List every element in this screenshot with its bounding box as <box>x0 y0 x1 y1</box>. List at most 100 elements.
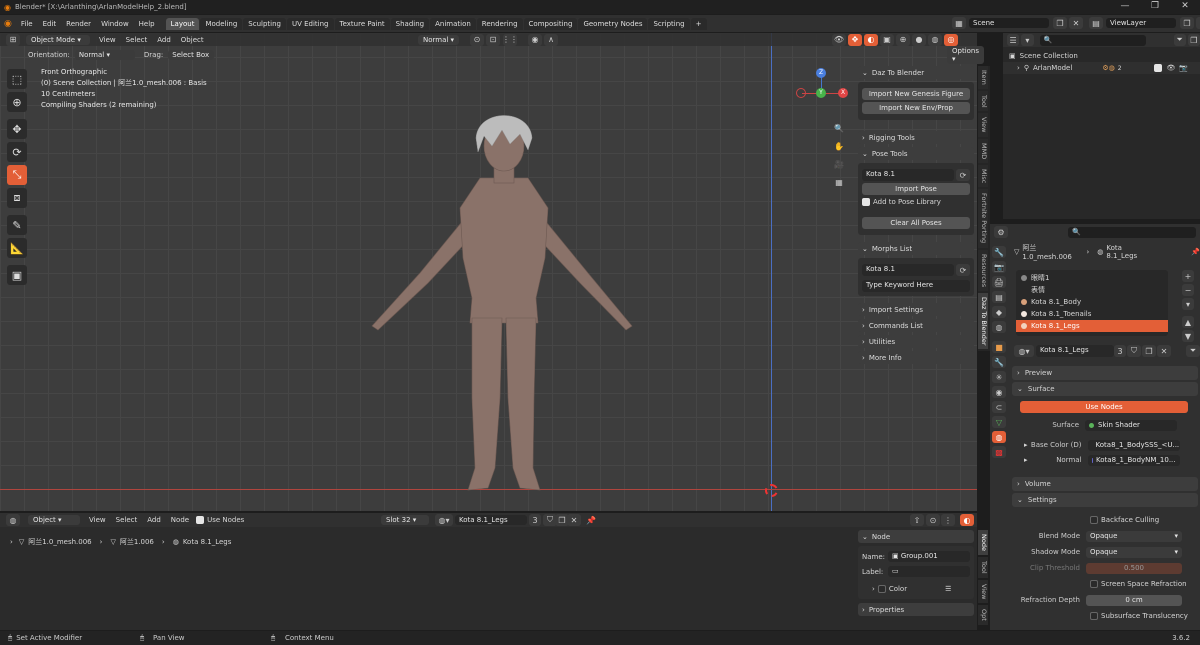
add-pose-library-checkbox[interactable]: Add to Pose Library <box>862 198 970 206</box>
node-pin-icon[interactable]: 📌 <box>584 514 598 526</box>
output-tab-icon[interactable]: 🖨 <box>992 276 1006 288</box>
expand-icon[interactable]: › <box>1017 64 1020 72</box>
material-name-field[interactable]: Kota 8.1_Legs <box>1036 345 1114 357</box>
morph-refresh-icon[interactable]: ⟳ <box>956 264 970 276</box>
fake-user-icon[interactable]: ⛉ <box>1127 345 1141 357</box>
proportional-edit-icon[interactable]: ◉ <box>528 33 542 46</box>
move-tool-icon[interactable]: ✥ <box>7 119 27 139</box>
volume-section-header[interactable]: › Volume <box>1012 477 1198 491</box>
backface-culling-checkbox[interactable]: Backface Culling <box>990 513 1198 527</box>
node-editor[interactable]: ◍ Object ▾ View Select Add Node Use Node… <box>0 513 988 630</box>
shading-wireframe-icon[interactable]: ⊕ <box>896 33 910 46</box>
node-panel-header[interactable]: ⌄ Node <box>858 530 974 543</box>
node-material-users[interactable]: 3 <box>529 514 541 526</box>
tab-layout[interactable]: Layout <box>165 17 200 30</box>
color-check-icon[interactable] <box>877 584 886 593</box>
ssr-checkbox[interactable]: Screen Space Refraction <box>990 577 1198 591</box>
scale-tool-icon[interactable]: ⤡ <box>7 165 27 185</box>
gizmo-x-icon[interactable]: X <box>838 88 848 98</box>
ssr-check-icon[interactable] <box>1090 580 1098 588</box>
viewport-menu-object[interactable]: Object <box>176 36 209 44</box>
outliner-editor-icon[interactable]: ☰ <box>1007 34 1020 46</box>
import-pose-button[interactable]: Import Pose <box>862 183 970 195</box>
node-menu-select[interactable]: Select <box>111 516 143 524</box>
outliner-scene-collection[interactable]: ▣ Scene Collection <box>1003 50 1200 62</box>
tab-item[interactable]: Item <box>978 66 988 89</box>
tab-sculpting[interactable]: Sculpting <box>243 17 286 30</box>
node-tab-options[interactable]: Opt <box>978 605 988 625</box>
world-tab-icon[interactable]: ◍ <box>992 321 1006 333</box>
transform-tool-icon[interactable]: ⧈ <box>7 188 27 208</box>
keyword-search-input[interactable]: Type Keyword Here <box>862 280 970 292</box>
visibility-icon[interactable]: 👁 <box>832 33 846 46</box>
grid-view-icon[interactable]: ▦ <box>832 176 846 188</box>
navigation-gizmo[interactable]: X Z Y <box>796 68 848 120</box>
rotate-tool-icon[interactable]: ⟳ <box>7 142 27 162</box>
viewport-menu-add[interactable]: Add <box>152 36 176 44</box>
pivot-icon[interactable]: ⊙ <box>470 33 484 46</box>
drag-select[interactable]: Select Box <box>168 49 215 60</box>
blend-mode-select[interactable]: Opaque ▾ <box>1086 530 1182 542</box>
use-nodes-check-icon[interactable] <box>196 516 205 524</box>
viewport-menu-select[interactable]: Select <box>121 36 153 44</box>
outliner-item-arlanmodel[interactable]: › ⚲ ArlanModel ⚙◍ 2 👁 📷 <box>1003 62 1200 74</box>
tab-texture-paint[interactable]: Texture Paint <box>334 17 390 30</box>
shading-rendered-icon[interactable]: ◎ <box>944 33 958 46</box>
scene-tab-icon[interactable]: ◆ <box>992 306 1006 318</box>
tab-shading[interactable]: Shading <box>390 17 430 30</box>
settings-section-header[interactable]: ⌄ Settings <box>1012 493 1198 507</box>
scene-copy-icon[interactable]: ❐ <box>1053 17 1067 29</box>
node-unlink-icon[interactable]: ✕ <box>567 514 581 526</box>
viewport-menu-view[interactable]: View <box>94 36 121 44</box>
pin-icon[interactable]: 📌 <box>1191 248 1200 256</box>
menu-file[interactable]: File <box>16 20 38 28</box>
node-browse-material-icon[interactable]: ◍▾ <box>435 514 453 526</box>
transform-orientation-select[interactable]: Normal ▾ <box>418 34 460 45</box>
snap-icon[interactable]: ⊡ <box>486 33 500 46</box>
material-users[interactable]: 3 <box>1114 345 1126 357</box>
tab-geometry-nodes[interactable]: Geometry Nodes <box>578 17 648 30</box>
daz-panel-header[interactable]: ⌄ Daz To Blender <box>858 66 974 79</box>
outliner-filter-icon[interactable]: ⏷ <box>1173 34 1186 46</box>
node-material-field[interactable]: Kota 8.1_Legs <box>455 515 527 525</box>
node-menu-node[interactable]: Node <box>166 516 194 524</box>
node-use-nodes-label[interactable]: Use Nodes <box>207 516 244 524</box>
add-cube-tool-icon[interactable]: ▣ <box>7 265 27 285</box>
node-tab-node[interactable]: Node <box>978 530 988 555</box>
options-button[interactable]: Options ▾ <box>947 45 985 64</box>
viewlayer-close-icon[interactable]: ✕ <box>1196 17 1200 29</box>
unlink-material-icon[interactable]: ✕ <box>1157 345 1171 357</box>
material-slot[interactable]: Kota 8.1_Toenails <box>1016 308 1168 320</box>
node-parent-icon[interactable]: ⇧ <box>910 514 924 526</box>
select-box-tool-icon[interactable]: ⬚ <box>7 69 27 89</box>
more-info-header[interactable]: › More Info <box>858 351 974 364</box>
tab-modeling[interactable]: Modeling <box>200 17 243 30</box>
render-tab-icon[interactable]: 📷 <box>992 261 1006 273</box>
gizmo-toggle-icon[interactable]: ✥ <box>848 33 862 46</box>
subsurface-checkbox[interactable]: Subsurface Translucency <box>990 609 1198 623</box>
node-snap-icon[interactable]: ⊙ <box>926 514 940 526</box>
backface-check-icon[interactable] <box>1090 516 1098 524</box>
import-env-button[interactable]: Import New Env/Prop <box>862 102 970 114</box>
camera-icon[interactable]: 🎥 <box>832 158 846 170</box>
outliner-filter-mode-icon[interactable]: ▾ <box>1021 34 1034 46</box>
minimize-button[interactable]: — <box>1110 0 1140 13</box>
properties-search-input[interactable]: 🔍 <box>1068 226 1196 238</box>
add-pose-library-check-icon[interactable] <box>862 198 870 206</box>
tab-view[interactable]: View <box>978 113 988 137</box>
pose-refresh-icon[interactable]: ⟳ <box>956 169 970 181</box>
pan-hand-icon[interactable]: ✋ <box>832 140 846 152</box>
material-slot[interactable]: 表情 <box>1016 284 1168 296</box>
preview-section-header[interactable]: › Preview <box>1012 366 1198 380</box>
move-down-icon[interactable]: ▼ <box>1182 330 1194 342</box>
zoom-icon[interactable]: 🔍 <box>832 122 846 134</box>
xray-icon[interactable]: ▣ <box>880 33 894 46</box>
clip-threshold-slider[interactable]: 0.500 <box>1086 562 1182 574</box>
annotate-tool-icon[interactable]: ✎ <box>7 215 27 235</box>
gizmo-z-icon[interactable]: Z <box>816 68 826 78</box>
tab-fortnite-porting[interactable]: Fortnite Porting <box>978 189 988 248</box>
object-tab-icon[interactable]: ■ <box>992 341 1006 353</box>
surface-section-header[interactable]: ⌄ Surface <box>1012 382 1198 396</box>
node-name-field[interactable]: ▣ Group.001 <box>888 551 970 562</box>
outliner-search-input[interactable]: 🔍 <box>1039 34 1146 46</box>
